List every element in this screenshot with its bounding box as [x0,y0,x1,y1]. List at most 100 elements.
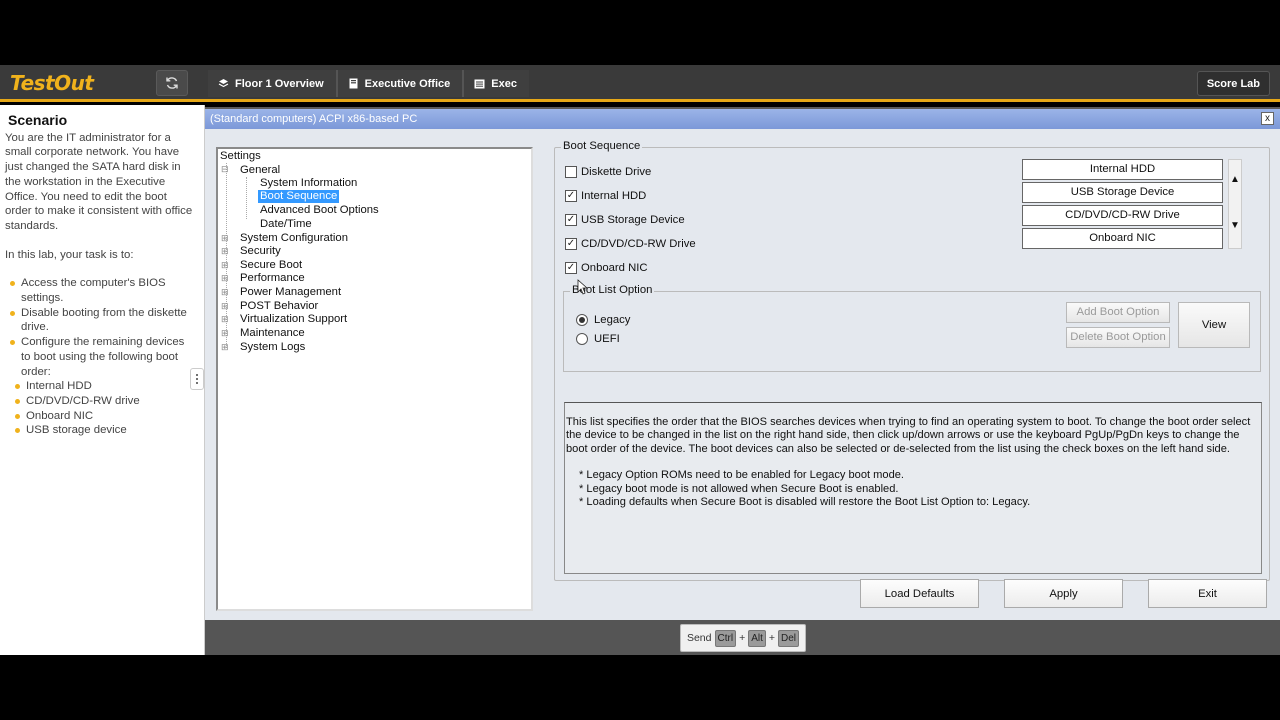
load-defaults-button[interactable]: Load Defaults [860,579,979,608]
boot-order-item: USB storage device [15,423,196,438]
breadcrumb: Floor 1 Overview Executive Office Exec [208,70,529,97]
tree-item-date-time[interactable]: Date/Time [260,218,312,231]
expand-icon[interactable]: ⊞ [221,259,229,272]
window-close-button[interactable]: x [1261,112,1274,125]
move-up-arrow-icon[interactable]: ▲ [1229,174,1241,185]
boot-order-list: Internal HDD CD/DVD/CD-RW drive Onboard … [15,379,196,438]
help-text: This list specifies the order that the B… [566,416,1251,455]
key-ctrl: Ctrl [714,629,737,647]
apply-button[interactable]: Apply [1004,579,1123,608]
bottom-strip: Send Ctrl + Alt + Del [205,620,1280,655]
boot-sequence-legend: Boot Sequence [561,140,643,152]
expand-icon[interactable]: ⊞ [221,327,229,340]
settings-tree: Settings ⊟ General System Information Bo… [216,147,533,611]
view-button[interactable]: View [1178,302,1250,348]
testout-logo: TestOut [10,71,94,95]
device-label: Internal HDD [581,189,647,202]
bios-pane: Settings ⊟ General System Information Bo… [205,129,1280,620]
window-titlebar: (Standard computers) ACPI x86-based PC x [205,109,1280,129]
expand-icon[interactable]: ⊞ [221,245,229,258]
tree-item-power-management[interactable]: Power Management [240,286,341,299]
boot-order-item: Onboard NIC [15,409,196,424]
mouse-cursor-icon [577,279,587,295]
order-arrow-bar: ▲ ▼ [1228,159,1242,249]
usb-storage-checkbox[interactable]: ✓ [565,213,577,226]
internal-hdd-checkbox[interactable]: ✓ [565,189,577,202]
tree-root-settings[interactable]: Settings [220,150,261,163]
device-row-usb-storage[interactable]: ✓ USB Storage Device [565,212,685,227]
top-bar: TestOut Floor 1 Overview Executive Offic… [0,65,1280,102]
device-row-internal-hdd[interactable]: ✓ Internal HDD [565,188,646,203]
device-row-onboard-nic[interactable]: ✓ Onboard NIC [565,260,648,275]
refresh-button[interactable] [156,70,188,96]
plus-sign: + [768,632,776,644]
device-row-cd-dvd[interactable]: ✓ CD/DVD/CD-RW Drive [565,236,696,251]
boot-order-item: Internal HDD [15,379,196,394]
tree-item-general[interactable]: General [240,164,280,177]
tree-item-secure-boot[interactable]: Secure Boot [240,259,302,272]
device-row-diskette[interactable]: Diskette Drive [565,164,651,179]
device-label: USB Storage Device [581,213,685,226]
collapse-icon[interactable]: ⊟ [221,163,229,176]
layers-icon [218,78,229,89]
radio-uefi[interactable]: UEFI [576,333,620,345]
tree-item-virtualization-support[interactable]: Virtualization Support [240,313,347,326]
device-label: Diskette Drive [581,165,652,178]
expand-icon[interactable]: ⊞ [221,300,229,313]
boot-list-option-group: Boot List Option Legacy UEFI Add Boot Op… [563,284,1261,372]
window-title: (Standard computers) ACPI x86-based PC [210,113,418,125]
cd-dvd-checkbox[interactable]: ✓ [565,237,577,250]
scenario-title: Scenario [8,112,68,128]
tree-item-system-configuration[interactable]: System Configuration [240,232,348,245]
tree-item-advanced-boot-options[interactable]: Advanced Boot Options [260,204,379,217]
delete-boot-option-button[interactable]: Delete Boot Option [1066,327,1170,348]
scenario-intro: You are the IT administrator for a small… [5,131,193,232]
expand-icon[interactable]: ⊞ [221,286,229,299]
legacy-radio[interactable] [576,314,588,326]
expand-icon[interactable]: ⊞ [221,272,229,285]
device-label: CD/DVD/CD-RW Drive [581,237,696,250]
tree-item-post-behavior[interactable]: POST Behavior [240,300,318,313]
computer-icon [348,78,359,89]
tree-item-maintenance[interactable]: Maintenance [240,327,305,340]
boot-order-entry[interactable]: CD/DVD/CD-RW Drive [1022,205,1223,226]
tree-item-security[interactable]: Security [240,245,281,258]
tree-item-system-logs[interactable]: System Logs [240,341,305,354]
task-item: Disable booting from the diskette drive. [10,306,196,335]
add-boot-option-button[interactable]: Add Boot Option [1066,302,1170,323]
boot-order-entry[interactable]: USB Storage Device [1022,182,1223,203]
task-list: Access the computer's BIOS settings. Dis… [10,276,196,379]
refresh-icon [166,77,178,89]
tree-item-system-information[interactable]: System Information [260,177,357,190]
breadcrumb-executive-office[interactable]: Executive Office [337,70,465,97]
expand-icon[interactable]: ⊞ [221,232,229,245]
task-item: Access the computer's BIOS settings. [10,276,196,305]
scenario-task-intro: In this lab, your task is to: [5,248,134,261]
score-lab-button[interactable]: Score Lab [1196,71,1270,96]
breadcrumb-exec[interactable]: Exec [464,70,529,97]
key-alt: Alt [748,629,766,647]
boot-order-entry[interactable]: Onboard NIC [1022,228,1223,249]
uefi-radio[interactable] [576,333,588,345]
send-label: Send [686,632,712,644]
tree-item-boot-sequence[interactable]: Boot Sequence [258,190,340,203]
boot-sequence-help: This list specifies the order that the B… [564,402,1262,574]
diskette-checkbox[interactable] [565,165,577,178]
breadcrumb-label: Executive Office [364,77,451,90]
exit-button[interactable]: Exit [1148,579,1267,608]
move-down-arrow-icon[interactable]: ▼ [1229,220,1241,231]
breadcrumb-label: Floor 1 Overview [235,77,324,90]
boot-order-entry[interactable]: Internal HDD [1022,159,1223,180]
tree-item-performance[interactable]: Performance [240,272,305,285]
breadcrumb-floor-overview[interactable]: Floor 1 Overview [208,70,338,97]
boot-order-listbox[interactable]: Internal HDD USB Storage Device CD/DVD/C… [1022,159,1223,251]
expand-icon[interactable]: ⊞ [221,313,229,326]
expand-icon[interactable]: ⊞ [221,341,229,354]
task-item: Configure the remaining devices to boot … [10,335,196,379]
plus-sign: + [739,632,746,644]
panel-resize-handle[interactable] [190,368,204,390]
onboard-nic-checkbox[interactable]: ✓ [565,261,577,274]
radio-legacy[interactable]: Legacy [576,314,630,326]
send-ctrl-alt-del-button[interactable]: Send Ctrl + Alt + Del [680,624,806,652]
help-note: * Legacy Option ROMs need to be enabled … [579,469,905,482]
